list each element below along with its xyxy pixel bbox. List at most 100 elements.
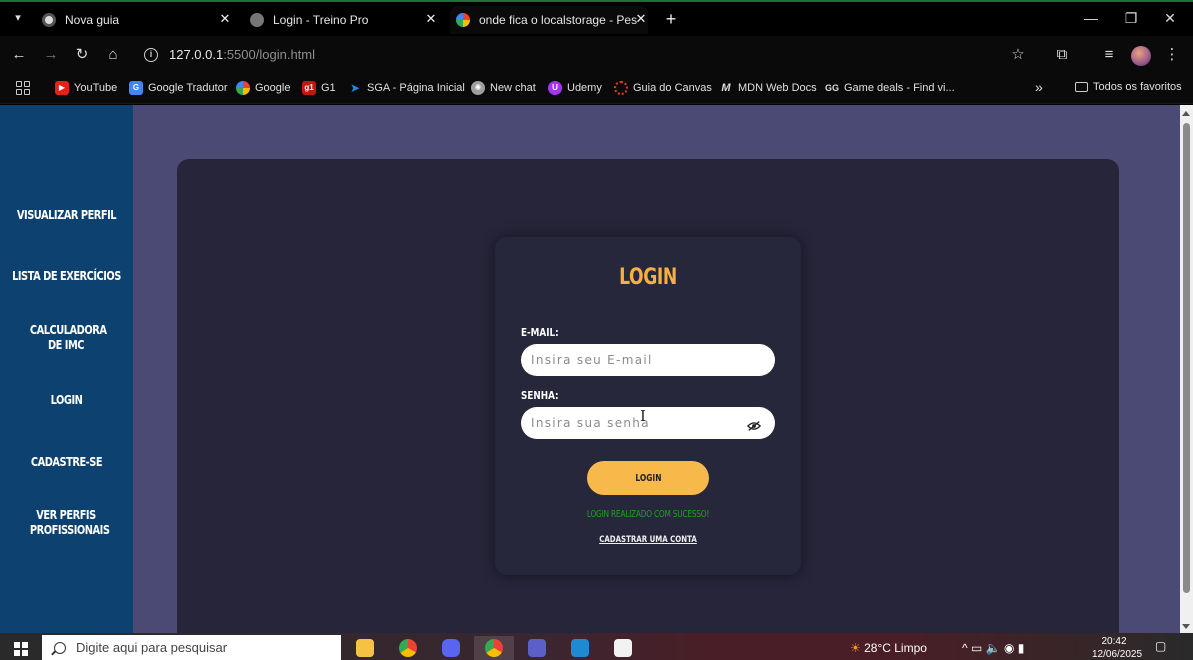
back-icon[interactable]: ← — [10, 46, 28, 64]
login-button[interactable]: LOGIN — [587, 461, 709, 495]
new-tab-icon[interactable]: + — [662, 9, 680, 30]
bookmark-youtube[interactable]: ▶ YouTube — [55, 81, 117, 95]
clock-date: 12/06/2025 — [1092, 649, 1143, 660]
taskbar-search[interactable]: Digite aqui para pesquisar — [42, 635, 341, 660]
weather-text: 28°C Limpo — [864, 641, 927, 655]
youtube-icon: ▶ — [55, 81, 69, 95]
email-field[interactable] — [521, 344, 775, 376]
bookmarks-overflow-button[interactable]: » — [1035, 79, 1043, 95]
tray-icons[interactable]: ^ ▭ 🔈 ◉ ▮ — [962, 641, 1024, 655]
scrollbar-thumb[interactable] — [1183, 123, 1190, 593]
bookmark-canvas[interactable]: Guia do Canvas — [614, 81, 712, 95]
page-scrollbar[interactable] — [1180, 105, 1193, 633]
tab-title: Login - Treino Pro — [273, 13, 369, 27]
bookmark-label: Todos os favoritos — [1093, 81, 1182, 93]
scroll-down-icon[interactable] — [1182, 624, 1190, 629]
google-icon — [456, 13, 470, 27]
weather-icon: ☀ — [850, 641, 861, 655]
sidebar-item-cadastre-se[interactable]: Cadastre-se — [12, 455, 121, 470]
bookmark-label: MDN Web Docs — [738, 82, 817, 94]
menu-icon[interactable]: ⋮ — [1163, 46, 1181, 64]
notifications-icon[interactable]: ▢ — [1155, 639, 1166, 653]
clock-time: 20:42 — [1101, 636, 1127, 647]
all-bookmarks-folder[interactable]: Todos os favoritos — [1075, 81, 1182, 93]
scroll-up-icon[interactable] — [1182, 111, 1190, 116]
eye-slash-icon[interactable] — [747, 420, 761, 432]
register-link[interactable]: CADASTRAR UMA CONTA — [529, 535, 768, 545]
close-icon[interactable]: ✕ — [218, 12, 232, 26]
taskbar: Digite aqui para pesquisar ☀ 28°C Limpo … — [0, 633, 1193, 660]
bookmark-game-deals[interactable]: GG Game deals - Find vi... — [825, 81, 955, 95]
media-icon[interactable]: ≡ — [1100, 46, 1118, 64]
gg-icon: GG — [825, 83, 840, 93]
password-field[interactable] — [521, 407, 775, 439]
minimize-icon[interactable]: — — [1081, 10, 1101, 26]
login-title: LOGIN — [619, 265, 677, 290]
canvas-icon — [614, 81, 628, 95]
search-icon — [54, 641, 66, 654]
tab-title: onde fica o localstorage - Pesqu — [479, 13, 637, 27]
globe-icon — [250, 13, 264, 27]
app-icon[interactable] — [603, 636, 643, 660]
bookmark-label: YouTube — [74, 82, 118, 94]
tab-nova-guia[interactable]: Nova guia ✕ — [42, 6, 232, 34]
extensions-icon[interactable]: ⧉ — [1053, 46, 1071, 64]
password-label: SENHA: — [521, 389, 559, 402]
volume-icon[interactable]: 🔈 — [986, 641, 1001, 655]
tab-title: Nova guia — [65, 13, 120, 27]
mdn-icon: M — [721, 82, 731, 94]
close-window-icon[interactable]: ✕ — [1160, 10, 1180, 27]
sga-icon: ➤ — [349, 81, 361, 95]
star-icon[interactable]: ☆ — [1009, 46, 1027, 64]
close-icon[interactable]: ✕ — [424, 12, 438, 26]
restore-icon[interactable]: ❐ — [1121, 10, 1141, 27]
bookmark-label: Guia do Canvas — [633, 82, 712, 94]
reload-icon[interactable]: ↻ — [73, 46, 91, 64]
taskbar-search-placeholder: Digite aqui para pesquisar — [76, 640, 228, 655]
tab-login[interactable]: Login - Treino Pro ✕ — [250, 6, 438, 34]
success-message: LOGIN REALIZADO COM SUCESSO! — [586, 509, 710, 520]
forward-icon[interactable]: → — [42, 46, 60, 64]
sidebar-item-calculadora-imc[interactable]: Calculadora de IMC — [30, 323, 107, 353]
clock[interactable]: 20:42 12/06/2025 — [1092, 635, 1143, 660]
chrome-active-icon[interactable] — [474, 636, 514, 660]
steam-icon[interactable]: ◉ — [1004, 641, 1014, 655]
mic-icon[interactable]: ▮ — [1018, 641, 1025, 655]
sidebar-item-visualizar-perfil[interactable]: Visualizar perfil — [12, 208, 121, 223]
teams-icon[interactable] — [517, 636, 557, 660]
chrome-icon[interactable] — [388, 636, 428, 660]
bookmark-google-tradutor[interactable]: G Google Tradutor — [129, 81, 228, 95]
login-button-label: LOGIN — [634, 472, 662, 484]
url-field[interactable]: i 127.0.0.1:5500/login.html — [144, 47, 315, 62]
bookmark-udemy[interactable]: U Udemy — [548, 81, 602, 95]
weather-widget[interactable]: ☀ 28°C Limpo — [850, 641, 927, 655]
bookmark-mdn[interactable]: M MDN Web Docs — [719, 81, 817, 95]
bookmark-label: Google — [255, 82, 291, 94]
bookmark-new-chat[interactable]: ✺ New chat — [471, 81, 536, 95]
discord-icon[interactable] — [431, 636, 471, 660]
home-icon[interactable]: ⌂ — [104, 46, 122, 64]
address-bar: ← → ↻ ⌂ i 127.0.0.1:5500/login.html ☆ ⧉ … — [0, 36, 1193, 74]
windows-start-icon[interactable] — [14, 642, 28, 656]
site-info-icon[interactable]: i — [144, 47, 158, 62]
close-icon[interactable]: ✕ — [634, 12, 648, 26]
bookmark-sga[interactable]: ➤ SGA - Página Inicial — [348, 81, 465, 95]
sidebar-item-ver-perfis[interactable]: Ver perfis profissionais — [30, 508, 110, 538]
file-explorer-icon[interactable] — [345, 636, 385, 660]
tab-search-icon[interactable]: ▾ — [10, 10, 26, 26]
sidebar-item-lista-exercicios[interactable]: Lista de exercícios — [12, 269, 121, 284]
sidebar-item-login[interactable]: Login — [12, 393, 121, 408]
bookmark-google[interactable]: Google — [236, 81, 290, 95]
apps-grid-icon[interactable] — [16, 81, 30, 95]
text-cursor-icon: I — [640, 407, 646, 425]
chevron-up-icon[interactable]: ^ — [962, 641, 968, 655]
vscode-icon[interactable] — [560, 636, 600, 660]
translate-icon: G — [129, 81, 143, 95]
tab-bar: ▾ Nova guia ✕ Login - Treino Pro ✕ onde … — [0, 0, 1193, 36]
network-icon[interactable]: ▭ — [971, 641, 982, 655]
profile-avatar[interactable] — [1131, 46, 1151, 66]
bookmark-label: SGA - Página Inicial — [367, 82, 465, 94]
bookmark-g1[interactable]: g1 G1 — [302, 81, 336, 95]
email-label: E-MAIL: — [521, 326, 559, 339]
tab-localstorage[interactable]: onde fica o localstorage - Pesqu ✕ — [450, 6, 648, 34]
